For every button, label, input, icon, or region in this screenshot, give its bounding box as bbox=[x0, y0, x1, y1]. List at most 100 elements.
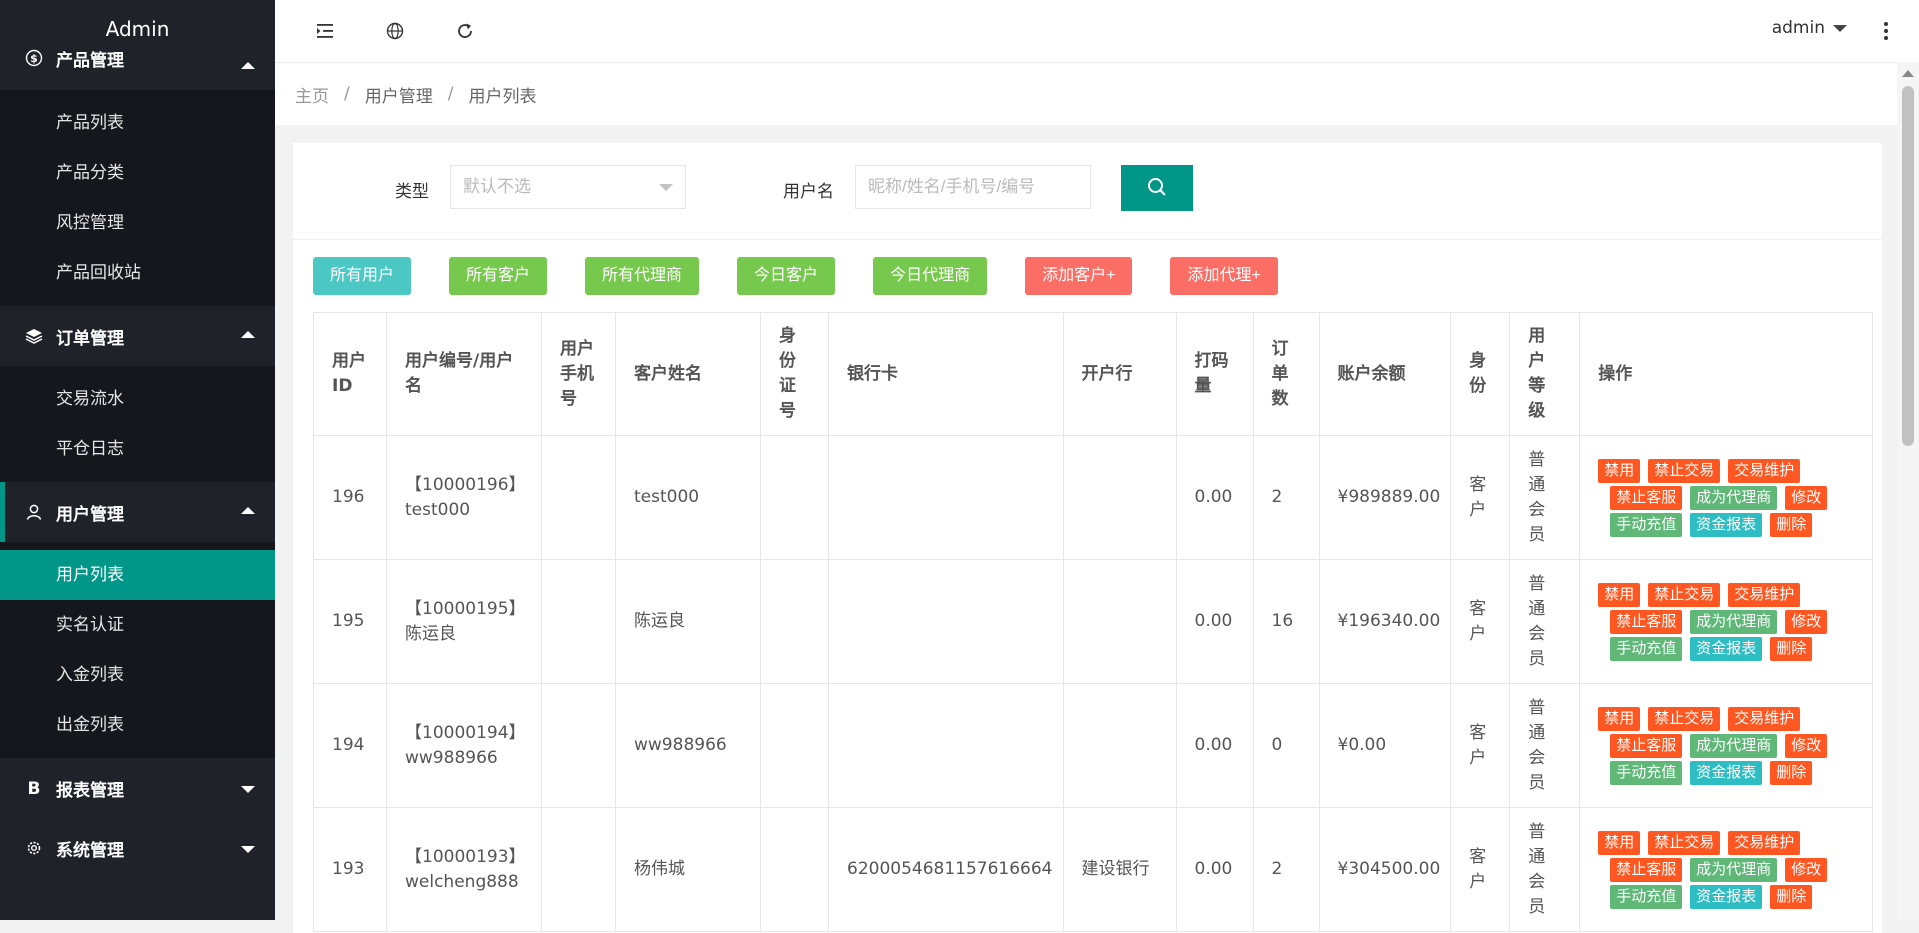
action-button[interactable]: 交易维护 bbox=[1728, 458, 1801, 483]
type-select[interactable]: 默认不选 bbox=[450, 165, 686, 209]
filter-button-0[interactable]: 所有用户 bbox=[313, 257, 412, 295]
sidebar-item-realname[interactable]: 实名认证 bbox=[0, 600, 275, 650]
action-button[interactable]: 禁止交易 bbox=[1648, 458, 1721, 483]
action-button[interactable]: 手动充值 bbox=[1610, 884, 1683, 909]
action-button[interactable]: 成为代理商 bbox=[1690, 733, 1778, 758]
action-button[interactable]: 禁止客服 bbox=[1610, 485, 1683, 510]
user-icon bbox=[24, 502, 44, 522]
sidebar-item-withdraw-list[interactable]: 出金列表 bbox=[0, 700, 275, 750]
menu-head-order[interactable]: 订单管理 bbox=[0, 306, 275, 366]
menu-head-system[interactable]: 系统管理 bbox=[0, 818, 275, 878]
column-header: 订 单 数 bbox=[1252, 312, 1320, 436]
action-button[interactable]: 禁止客服 bbox=[1610, 857, 1683, 882]
action-button[interactable]: 禁用 bbox=[1598, 458, 1641, 483]
cell-actions: 禁用 禁止交易 交易维护禁止客服 成为代理商 修改手动充值 资金报表 删除 bbox=[1579, 683, 1874, 808]
sidebar-item-product-category[interactable]: 产品分类 bbox=[0, 148, 275, 198]
dollar-circle-icon: $ bbox=[24, 48, 44, 68]
table-row: 193 【10000193】 welcheng888 杨伟城 620005468115… bbox=[313, 807, 1874, 932]
cell-id: 195 bbox=[313, 559, 387, 684]
cell-bet: 0.00 bbox=[1175, 807, 1254, 932]
action-line: 手动充值 资金报表 删除 bbox=[1598, 636, 1862, 661]
sidebar-item-product-recycle[interactable]: 产品回收站 bbox=[0, 248, 275, 298]
menu-head-report[interactable]: B 报表管理 bbox=[0, 758, 275, 818]
sidebar-item-trade-flow[interactable]: 交易流水 bbox=[0, 374, 275, 424]
action-button[interactable]: 修改 bbox=[1785, 485, 1828, 510]
table-row: 195 【10000195】 陈运良 陈运良 0.00 16 ¥196340.00 客 户普… bbox=[313, 559, 1874, 684]
column-header: 银行卡 bbox=[828, 312, 1064, 436]
action-button[interactable]: 禁用 bbox=[1598, 830, 1641, 855]
menu-head-user[interactable]: 用户管理 bbox=[0, 482, 275, 542]
menu-group-report: B 报表管理 bbox=[0, 758, 275, 818]
sidebar-item-risk-control[interactable]: 风控管理 bbox=[0, 198, 275, 248]
username-search-input[interactable] bbox=[855, 165, 1091, 209]
cell-balance: ¥989889.00 bbox=[1318, 435, 1452, 560]
menu-head-product[interactable]: $ 产品管理 bbox=[0, 44, 275, 90]
action-button[interactable]: 禁用 bbox=[1598, 582, 1641, 607]
filter-button-5[interactable]: 添加客户+ bbox=[1025, 257, 1133, 295]
action-button[interactable]: 禁止客服 bbox=[1610, 609, 1683, 634]
action-button[interactable]: 手动充值 bbox=[1610, 760, 1683, 785]
action-button[interactable]: 成为代理商 bbox=[1690, 485, 1778, 510]
scroll-thumb[interactable] bbox=[1902, 86, 1914, 446]
action-button[interactable]: 成为代理商 bbox=[1690, 857, 1778, 882]
refresh-icon[interactable] bbox=[452, 18, 478, 44]
action-button[interactable]: 交易维护 bbox=[1728, 706, 1801, 731]
filter-button-1[interactable]: 所有客户 bbox=[449, 257, 548, 295]
action-button[interactable]: 修改 bbox=[1785, 609, 1828, 634]
cell-bank bbox=[1062, 435, 1177, 560]
action-button[interactable]: 禁止客服 bbox=[1610, 733, 1683, 758]
sidebar-item-user-list[interactable]: 用户列表 bbox=[0, 550, 275, 600]
cell-name: 杨伟城 bbox=[615, 807, 761, 932]
action-button[interactable]: 资金报表 bbox=[1690, 636, 1763, 661]
action-button[interactable]: 禁止交易 bbox=[1648, 582, 1721, 607]
scroll-up-icon[interactable] bbox=[1902, 70, 1914, 77]
column-header: 身 份 bbox=[1450, 312, 1511, 436]
caret-down-icon bbox=[659, 184, 673, 191]
action-button[interactable]: 资金报表 bbox=[1690, 512, 1763, 537]
action-button[interactable]: 删除 bbox=[1770, 636, 1813, 661]
more-vertical-icon[interactable] bbox=[1881, 18, 1891, 44]
action-button[interactable]: 禁止交易 bbox=[1648, 830, 1721, 855]
action-button[interactable]: 交易维护 bbox=[1728, 830, 1801, 855]
action-button[interactable]: 禁用 bbox=[1598, 706, 1641, 731]
menu-group-user: 用户管理 用户列表 实名认证 入金列表 出金列表 bbox=[0, 482, 275, 758]
breadcrumb-home[interactable]: 主页 bbox=[295, 82, 329, 107]
globe-icon[interactable] bbox=[382, 18, 408, 44]
filter-button-3[interactable]: 今日客户 bbox=[737, 257, 836, 295]
breadcrumb-user-management[interactable]: 用户管理 bbox=[365, 82, 433, 107]
cell-bet: 0.00 bbox=[1175, 435, 1254, 560]
action-button[interactable]: 修改 bbox=[1785, 733, 1828, 758]
filter-button-4[interactable]: 今日代理商 bbox=[873, 257, 988, 295]
sidebar-item-product-list[interactable]: 产品列表 bbox=[0, 98, 275, 148]
cell-level: 普 通 会 员 bbox=[1509, 559, 1581, 684]
action-button[interactable]: 删除 bbox=[1770, 512, 1813, 537]
search-button[interactable] bbox=[1121, 165, 1193, 211]
action-button[interactable]: 交易维护 bbox=[1728, 582, 1801, 607]
cell-level: 普 通 会 员 bbox=[1509, 807, 1581, 932]
column-header: 用户 手机 号 bbox=[541, 312, 616, 436]
menu-head-label: 报表管理 bbox=[56, 780, 124, 801]
vertical-scrollbar[interactable] bbox=[1897, 62, 1919, 920]
chevron-down-icon bbox=[241, 786, 255, 793]
sidebar-item-close-log[interactable]: 平仓日志 bbox=[0, 424, 275, 474]
action-button[interactable]: 删除 bbox=[1770, 884, 1813, 909]
filter-button-2[interactable]: 所有代理商 bbox=[585, 257, 700, 295]
cell-balance: ¥0.00 bbox=[1318, 683, 1452, 808]
column-header: 客户姓名 bbox=[615, 312, 761, 436]
action-button[interactable]: 成为代理商 bbox=[1690, 609, 1778, 634]
menu-fold-icon[interactable] bbox=[312, 18, 338, 44]
action-button[interactable]: 修改 bbox=[1785, 857, 1828, 882]
type-select-value: 默认不选 bbox=[463, 177, 531, 197]
action-button[interactable]: 手动充值 bbox=[1610, 636, 1683, 661]
cell-balance: ¥196340.00 bbox=[1318, 559, 1452, 684]
action-button[interactable]: 资金报表 bbox=[1690, 884, 1763, 909]
sidebar-item-deposit-list[interactable]: 入金列表 bbox=[0, 650, 275, 700]
action-button[interactable]: 手动充值 bbox=[1610, 512, 1683, 537]
cell-id: 193 bbox=[313, 807, 387, 932]
action-button[interactable]: 删除 bbox=[1770, 760, 1813, 785]
menu-head-label: 订单管理 bbox=[56, 328, 124, 349]
action-button[interactable]: 禁止交易 bbox=[1648, 706, 1721, 731]
user-dropdown[interactable]: admin bbox=[1772, 18, 1847, 38]
filter-button-6[interactable]: 添加代理+ bbox=[1170, 257, 1278, 295]
action-button[interactable]: 资金报表 bbox=[1690, 760, 1763, 785]
